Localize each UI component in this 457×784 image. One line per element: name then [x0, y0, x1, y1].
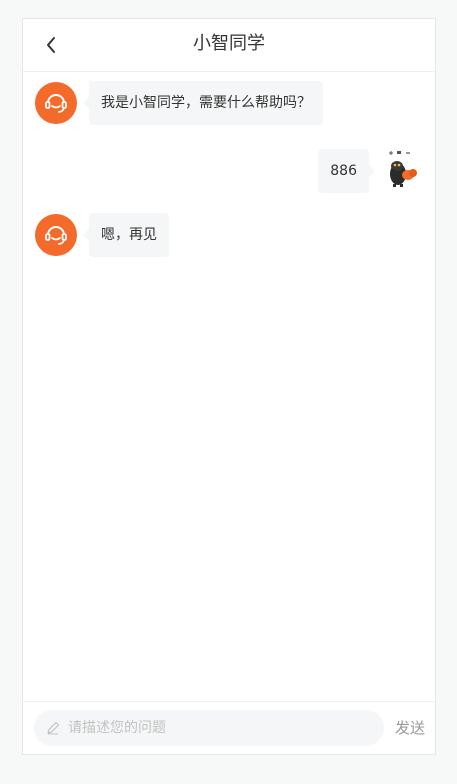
- header: 小智同学: [23, 19, 435, 72]
- bot-avatar: [35, 82, 77, 124]
- message-user: 886: [318, 148, 423, 193]
- headset-icon: [45, 226, 67, 245]
- message-bot: 嗯，再见: [35, 213, 169, 257]
- send-button[interactable]: 发送: [395, 710, 425, 746]
- page-title: 小智同学: [193, 33, 265, 54]
- chat-window: 小智同学 我是小智同学，需要什么帮助吗？ 886 嗯，再见 请描述您的问题 发送: [22, 18, 436, 755]
- user-avatar: [381, 148, 423, 190]
- sticker-avatar: [389, 151, 417, 187]
- message-bot: 我是小智同学，需要什么帮助吗？: [35, 81, 323, 125]
- headset-icon: [45, 94, 67, 113]
- input-bar: 发送: [23, 701, 435, 754]
- message-bubble: 嗯，再见: [83, 213, 169, 257]
- message-bubble: 我是小智同学，需要什么帮助吗？: [83, 81, 323, 125]
- message-bubble: 886: [318, 149, 375, 193]
- bot-avatar: [35, 214, 77, 256]
- message-input-wrapper[interactable]: [34, 710, 384, 746]
- message-input[interactable]: [66, 719, 370, 737]
- pencil-icon: [47, 721, 60, 735]
